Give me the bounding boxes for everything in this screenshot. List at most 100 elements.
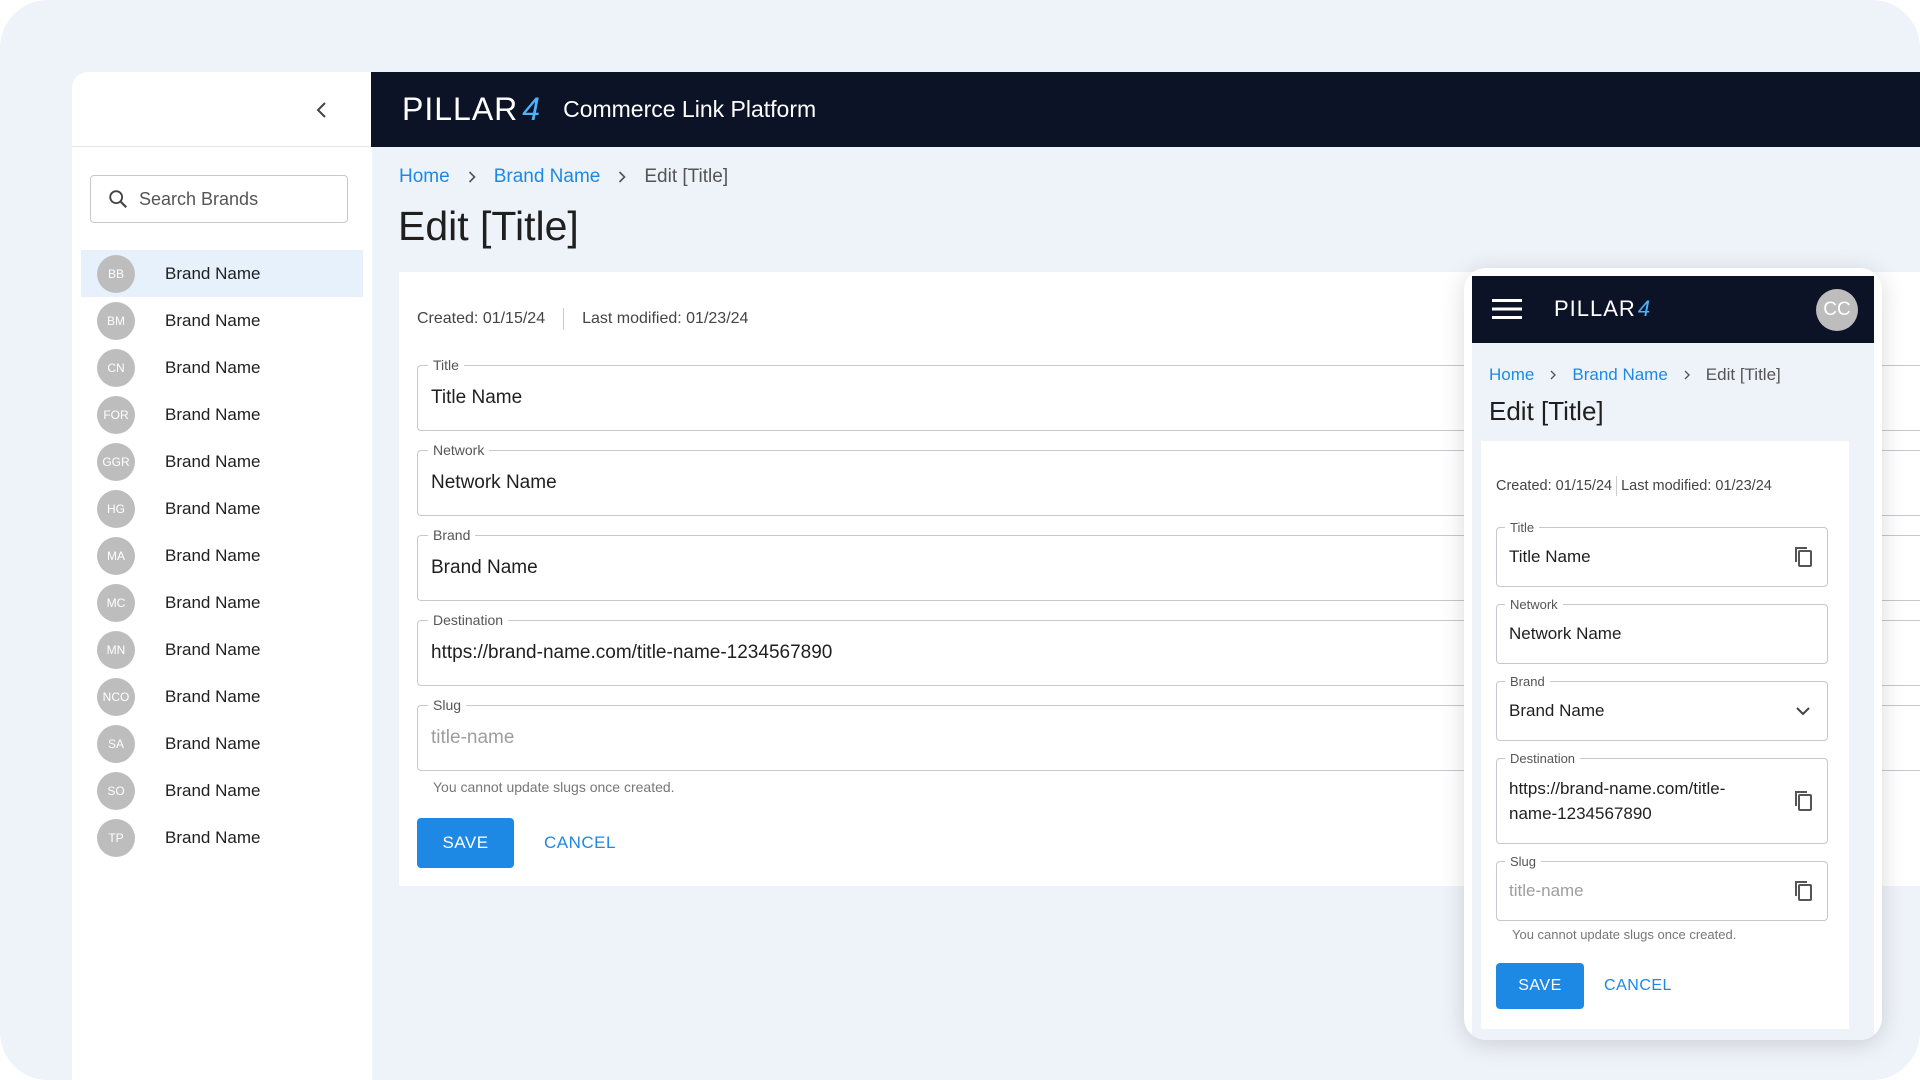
mobile-cancel-button[interactable]: CANCEL <box>1593 974 1683 998</box>
mobile-save-button[interactable]: SAVE <box>1496 963 1584 1009</box>
meta-divider <box>563 308 565 330</box>
mobile-destination-field[interactable]: Destination https://brand-name.com/title… <box>1496 751 1828 844</box>
slug-helper-text: You cannot update slugs once created. <box>433 779 675 795</box>
brand-label: Brand Name <box>165 686 261 706</box>
logo-text: PILLAR <box>402 91 519 127</box>
copy-icon[interactable] <box>1791 789 1815 813</box>
sidebar-brand-item[interactable]: TP Brand Name <box>81 814 363 861</box>
sidebar-brand-item[interactable]: HG Brand Name <box>81 485 363 532</box>
brand-label: Brand Name <box>165 733 261 753</box>
mobile-preview: PILLAR4 CC Home Brand Name Edit [Title] … <box>1464 268 1882 1040</box>
sidebar-brand-item[interactable]: FOR Brand Name <box>81 391 363 438</box>
mobile-pillar4-logo[interactable]: PILLAR4 <box>1554 296 1651 322</box>
sidebar-brand-item[interactable]: CN Brand Name <box>81 344 363 391</box>
mobile-breadcrumb-home[interactable]: Home <box>1489 365 1534 385</box>
brand-select[interactable]: Brand Name <box>431 536 538 600</box>
mobile-modified-date: Last modified: 01/23/24 <box>1621 478 1772 494</box>
sidebar-brand-item[interactable]: MA Brand Name <box>81 532 363 579</box>
cancel-button[interactable]: CANCEL <box>535 830 625 856</box>
breadcrumb: Home Brand Name Edit [Title] <box>399 166 728 188</box>
user-avatar[interactable]: CC <box>1816 289 1858 331</box>
brand-label: Brand Name <box>165 404 261 424</box>
mobile-breadcrumb-brand[interactable]: Brand Name <box>1572 365 1667 385</box>
copy-icon[interactable] <box>1791 545 1815 569</box>
sidebar-header <box>72 72 372 147</box>
brand-label: Brand Name <box>165 310 261 330</box>
mobile-title-field[interactable]: Title Title Name <box>1496 520 1828 587</box>
title-input[interactable]: Title Name <box>431 366 522 430</box>
brand-label: Brand Name <box>165 357 261 377</box>
mobile-slug-field: Slug title-name <box>1496 854 1828 921</box>
save-button[interactable]: SAVE <box>417 818 514 868</box>
chevron-right-icon <box>1550 370 1557 380</box>
breadcrumb-brand[interactable]: Brand Name <box>494 166 601 188</box>
brand-label: Brand Name <box>165 827 261 847</box>
sidebar-brand-item[interactable]: SA Brand Name <box>81 720 363 767</box>
app-title: Commerce Link Platform <box>563 96 817 122</box>
mobile-form-card: Created: 01/15/24 Last modified: 01/23/2… <box>1481 441 1849 1029</box>
mobile-logo-mark: 4 <box>1637 296 1652 321</box>
search-brands-field[interactable] <box>90 175 348 223</box>
sidebar: BB Brand Name BM Brand Name CN Brand Name FOR B… <box>72 72 372 1080</box>
brand-avatar: GGR <box>97 442 135 481</box>
mobile-created-date: Created: 01/15/24 <box>1496 478 1613 494</box>
brand-avatar: NCO <box>97 677 135 716</box>
brand-avatar: BB <box>97 254 135 293</box>
pillar4-logo[interactable]: PILLAR 4 <box>402 91 541 128</box>
page-title: Edit [Title] <box>398 203 579 249</box>
mobile-page-title: Edit [Title] <box>1489 396 1604 426</box>
mobile-logo-text: PILLAR <box>1554 296 1636 321</box>
copy-icon[interactable] <box>1791 879 1815 903</box>
brand-label: Brand Name <box>165 451 261 471</box>
brand-avatar: TP <box>97 818 135 857</box>
brand-label: Brand Name <box>165 498 261 518</box>
chevron-right-icon <box>468 171 476 183</box>
brand-avatar: MC <box>97 583 135 622</box>
hamburger-menu-icon[interactable] <box>1492 298 1522 320</box>
modified-date: Last modified: 01/23/24 <box>582 310 749 327</box>
mobile-header: PILLAR4 CC <box>1472 276 1874 343</box>
sidebar-brand-item[interactable]: MC Brand Name <box>81 579 363 626</box>
sidebar-brand-item[interactable]: GGR Brand Name <box>81 438 363 485</box>
brand-avatar: SA <box>97 724 135 763</box>
network-input[interactable]: Network Name <box>431 451 557 515</box>
mobile-network-field[interactable]: Network Network Name <box>1496 597 1828 664</box>
brand-avatar: MN <box>97 630 135 669</box>
brand-label: Brand Name <box>165 780 261 800</box>
brand-label: Brand Name <box>165 545 261 565</box>
created-date: Created: 01/15/24 <box>417 310 546 327</box>
mobile-record-meta: Created: 01/15/24 Last modified: 01/23/2… <box>1496 476 1772 496</box>
mobile-brand-field[interactable]: Brand Brand Name <box>1496 674 1828 741</box>
mobile-meta-divider <box>1616 476 1618 496</box>
mobile-breadcrumb-current: Edit [Title] <box>1705 365 1781 384</box>
destination-input[interactable]: https://brand-name.com/title-name-123456… <box>431 621 832 685</box>
brand-avatar: MA <box>97 536 135 575</box>
mobile-network-input[interactable]: Network Name <box>1509 605 1769 663</box>
sidebar-brand-item[interactable]: BM Brand Name <box>81 297 363 344</box>
search-brands-input[interactable] <box>139 188 339 210</box>
app-header: PILLAR 4 Commerce Link Platform <box>371 72 1920 147</box>
breadcrumb-home[interactable]: Home <box>399 166 450 188</box>
slug-input: title-name <box>431 727 515 748</box>
chevron-right-icon <box>619 171 627 183</box>
brand-avatar: HG <box>97 489 135 528</box>
sidebar-brand-item[interactable]: NCO Brand Name <box>81 673 363 720</box>
search-icon <box>109 190 128 209</box>
chevron-right-icon <box>1684 370 1690 380</box>
brand-label: Brand Name <box>165 592 261 612</box>
brand-list: BB Brand Name BM Brand Name CN Brand Name FOR B… <box>81 250 363 861</box>
mobile-title-input[interactable]: Title Name <box>1509 528 1769 586</box>
sidebar-brand-item[interactable]: SO Brand Name <box>81 767 363 814</box>
mobile-slug-input: title-name <box>1509 881 1584 900</box>
sidebar-brand-item[interactable]: MN Brand Name <box>81 626 363 673</box>
logo-mark: 4 <box>522 91 542 127</box>
brand-avatar: BM <box>97 301 135 340</box>
brand-avatar: SO <box>97 771 135 810</box>
sidebar-brand-item[interactable]: BB Brand Name <box>81 250 363 297</box>
mobile-destination-input[interactable]: https://brand-name.com/title-name-123456… <box>1509 759 1769 843</box>
brand-label: Brand Name <box>165 263 261 283</box>
chevron-left-icon[interactable] <box>310 98 334 122</box>
mobile-brand-select[interactable]: Brand Name <box>1509 682 1769 740</box>
brand-avatar: FOR <box>97 395 135 434</box>
chevron-down-icon[interactable] <box>1791 699 1815 723</box>
